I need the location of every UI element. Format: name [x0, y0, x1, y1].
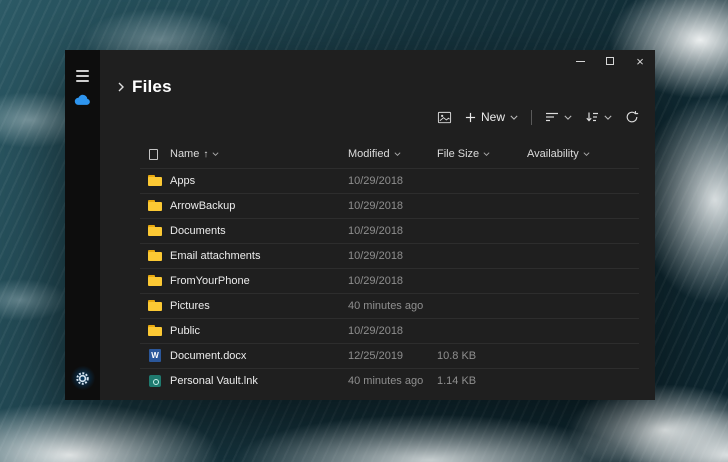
file-type-column-icon	[149, 149, 158, 160]
menu-button[interactable]	[71, 64, 95, 88]
titlebar: ×	[100, 50, 655, 72]
maximize-icon	[606, 57, 614, 65]
column-header-name[interactable]: Name ↑	[170, 148, 348, 160]
word-document-icon	[147, 348, 165, 364]
file-size: 10.8 KB	[437, 350, 527, 362]
list-lines-icon	[545, 111, 559, 123]
file-name: FromYourPhone	[170, 275, 348, 287]
vault-icon	[147, 373, 165, 389]
refresh-icon	[625, 110, 639, 124]
settings-button[interactable]	[71, 366, 95, 390]
file-name: Pictures	[170, 300, 348, 312]
onedrive-cloud-icon	[73, 94, 92, 107]
table-row[interactable]: ArrowBackup 10/29/2018	[140, 193, 639, 218]
table-row[interactable]: Document.docx 12/25/2019 10.8 KB	[140, 343, 639, 368]
column-header-availability[interactable]: Availability	[527, 148, 639, 160]
column-header-size[interactable]: File Size	[437, 148, 527, 160]
toolbar: New	[100, 102, 655, 132]
file-name: ArrowBackup	[170, 200, 348, 212]
folder-icon	[147, 223, 165, 239]
table-row[interactable]: Pictures 40 minutes ago	[140, 293, 639, 318]
page-title: Files	[132, 77, 172, 97]
file-name: Apps	[170, 175, 348, 187]
chevron-down-icon	[510, 115, 518, 120]
file-size: 1.14 KB	[437, 375, 527, 387]
chevron-down-icon	[394, 152, 401, 156]
file-name: Email attachments	[170, 250, 348, 262]
table-row[interactable]: Apps 10/29/2018	[140, 168, 639, 193]
file-name: Document.docx	[170, 350, 348, 362]
file-modified: 10/29/2018	[348, 225, 437, 237]
file-name: Public	[170, 325, 348, 337]
breadcrumb-chevron-icon	[118, 82, 124, 92]
gallery-view-icon	[437, 110, 452, 125]
close-icon: ×	[636, 55, 644, 68]
file-modified: 10/29/2018	[348, 200, 437, 212]
chevron-down-icon	[583, 152, 590, 156]
gallery-view-button[interactable]	[437, 110, 452, 125]
folder-icon	[147, 323, 165, 339]
file-list: Apps 10/29/2018 ArrowBackup 10/29/2018 D…	[140, 168, 639, 393]
table-row[interactable]: FromYourPhone 10/29/2018	[140, 268, 639, 293]
table-row[interactable]: Public 10/29/2018	[140, 318, 639, 343]
app-window: × Files New	[65, 50, 655, 400]
toolbar-divider	[531, 110, 532, 125]
maximize-button[interactable]	[595, 50, 625, 72]
file-modified: 10/29/2018	[348, 175, 437, 187]
new-button-label: New	[481, 110, 505, 124]
chevron-down-icon	[483, 152, 490, 156]
sort-order-icon	[585, 111, 599, 123]
table-row[interactable]: Documents 10/29/2018	[140, 218, 639, 243]
file-modified: 10/29/2018	[348, 275, 437, 287]
file-modified: 12/25/2019	[348, 350, 437, 362]
table-row[interactable]: Email attachments 10/29/2018	[140, 243, 639, 268]
column-label: Availability	[527, 148, 579, 160]
sidebar	[65, 50, 100, 400]
file-name: Personal Vault.lnk	[170, 375, 348, 387]
folder-icon	[147, 198, 165, 214]
folder-icon	[147, 298, 165, 314]
column-label: Name	[170, 148, 199, 160]
chevron-down-icon	[212, 152, 219, 156]
file-modified: 40 minutes ago	[348, 375, 437, 387]
hamburger-icon	[76, 70, 89, 82]
table-header: Name ↑ Modified File Size Availability	[140, 140, 639, 168]
file-modified: 40 minutes ago	[348, 300, 437, 312]
column-label: File Size	[437, 148, 479, 160]
folder-icon	[147, 273, 165, 289]
gear-icon	[75, 371, 90, 386]
close-button[interactable]: ×	[625, 50, 655, 72]
file-modified: 10/29/2018	[348, 325, 437, 337]
folder-icon	[147, 248, 165, 264]
breadcrumb: Files	[100, 72, 655, 102]
chevron-down-icon	[564, 115, 572, 120]
sidebar-item-onedrive[interactable]	[71, 88, 95, 112]
refresh-button[interactable]	[625, 110, 639, 124]
folder-icon	[147, 173, 165, 189]
new-button[interactable]: New	[465, 110, 518, 124]
minimize-icon	[576, 61, 585, 62]
table-row[interactable]: Personal Vault.lnk 40 minutes ago 1.14 K…	[140, 368, 639, 393]
column-label: Modified	[348, 148, 390, 160]
minimize-button[interactable]	[565, 50, 595, 72]
plus-icon	[465, 112, 476, 123]
chevron-down-icon	[604, 115, 612, 120]
view-options-button[interactable]	[545, 111, 572, 123]
column-header-modified[interactable]: Modified	[348, 148, 437, 160]
file-name: Documents	[170, 225, 348, 237]
file-modified: 10/29/2018	[348, 250, 437, 262]
main-panel: × Files New	[100, 50, 655, 400]
sort-button[interactable]	[585, 111, 612, 123]
sort-ascending-icon: ↑	[203, 149, 208, 160]
